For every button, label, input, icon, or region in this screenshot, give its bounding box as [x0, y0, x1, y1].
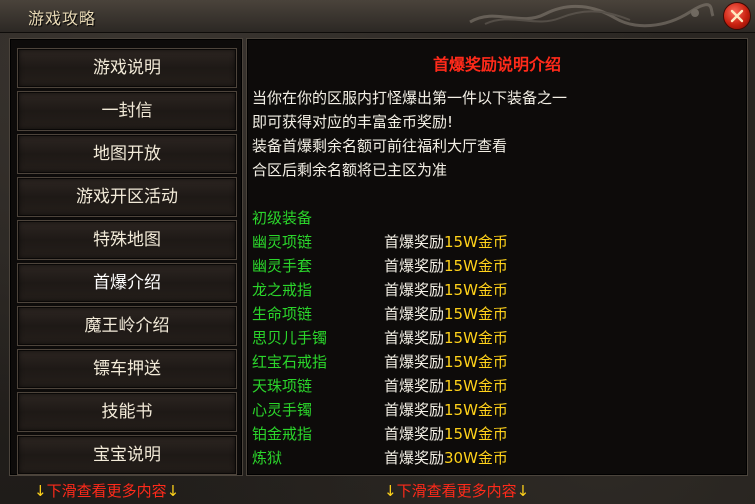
item-name: 红宝石戒指: [252, 353, 328, 371]
reward-amount: 15W金币: [444, 305, 508, 323]
reward-amount: 15W金币: [444, 233, 508, 251]
reward-amount: 15W金币: [444, 281, 508, 299]
intro-line: 装备首爆剩余名额可前往福利大厅查看: [252, 137, 508, 155]
reward-text: 首爆奖励15W金币: [384, 423, 508, 444]
item-name: 铂金戒指: [252, 425, 313, 443]
item-name: 龙之戒指: [252, 281, 313, 299]
intro-line: 即可获得对应的丰富金币奖励!: [252, 113, 454, 131]
content-title: 首爆奖励说明介绍: [432, 55, 561, 74]
menu-panel: 游戏说明 一封信 地图开放 游戏开区活动 特殊地图 首爆介绍 魔王岭介绍 镖车押…: [9, 38, 243, 476]
menu-item-demon-ridge[interactable]: 魔王岭介绍: [17, 306, 237, 346]
item-name: 幽灵手套: [252, 257, 313, 275]
reward-text: 首爆奖励15W金币: [384, 327, 508, 348]
menu-item-game-intro[interactable]: 游戏说明: [17, 48, 237, 88]
item-name: 思贝儿手镯: [252, 329, 328, 347]
down-arrow-icon: ↓: [384, 482, 397, 500]
item-name: 心灵手镯: [252, 401, 313, 419]
reward-prefix: 首爆奖励: [384, 353, 445, 371]
close-icon: [730, 9, 744, 23]
menu-item-first-drop[interactable]: 首爆介绍: [17, 263, 237, 303]
game-guide-window: 游戏攻略 游戏说明 一封信 地图开放 游戏开区活动 特殊地图 首爆介绍 魔王岭介…: [0, 0, 755, 504]
down-arrow-icon: ↓: [34, 482, 47, 500]
down-arrow-icon: ↓: [166, 482, 180, 500]
reward-text: 首爆奖励15W金币: [384, 231, 508, 252]
down-arrow-icon: ↓: [516, 482, 530, 500]
reward-amount: 15W金币: [444, 353, 508, 371]
reward-amount: 15W金币: [444, 257, 508, 275]
reward-prefix: 首爆奖励: [384, 305, 445, 323]
reward-prefix: 首爆奖励: [384, 281, 445, 299]
reward-amount: 15W金币: [444, 377, 508, 395]
menu-item-skill-books[interactable]: 技能书: [17, 392, 237, 432]
reward-prefix: 首爆奖励: [384, 233, 445, 251]
reward-text: 首爆奖励15W金币: [384, 303, 508, 324]
reward-text: 首爆奖励30W金币: [384, 447, 508, 468]
reward-prefix: 首爆奖励: [384, 401, 445, 419]
reward-amount: 15W金币: [444, 329, 508, 347]
title-bar: 游戏攻略: [0, 0, 755, 33]
window-title: 游戏攻略: [28, 9, 97, 28]
reward-prefix: 首爆奖励: [384, 425, 445, 443]
reward-prefix: 首爆奖励: [384, 449, 445, 467]
dragon-ornament-icon: [469, 3, 715, 28]
item-name: 幽灵项链: [252, 233, 313, 251]
scroll-hint-text: 下滑查看更多内容: [46, 482, 167, 500]
scroll-hint-text: 下滑查看更多内容: [396, 482, 517, 500]
reward-amount: 15W金币: [444, 401, 508, 419]
intro-line: 当你在你的区服内打怪爆出第一件以下装备之一: [252, 89, 568, 107]
intro-line: 合区后剩余名额将已主区为准: [252, 161, 448, 179]
reward-text: 首爆奖励15W金币: [384, 255, 508, 276]
reward-text: 首爆奖励15W金币: [384, 399, 508, 420]
reward-prefix: 首爆奖励: [384, 257, 445, 275]
menu-item-server-events[interactable]: 游戏开区活动: [17, 177, 237, 217]
left-scroll-hint: ↓下滑查看更多内容↓: [34, 480, 179, 500]
menu-item-letter[interactable]: 一封信: [17, 91, 237, 131]
reward-amount: 15W金币: [444, 425, 508, 443]
content-panel: 首爆奖励说明介绍 当你在你的区服内打怪爆出第一件以下装备之一 即可获得对应的丰富…: [246, 38, 748, 476]
item-name: 生命项链: [252, 305, 313, 323]
section-title: 初级装备: [252, 209, 313, 227]
reward-text: 首爆奖励15W金币: [384, 279, 508, 300]
menu-item-pet-info[interactable]: 宝宝说明: [17, 435, 237, 475]
menu-item-special-maps[interactable]: 特殊地图: [17, 220, 237, 260]
close-button[interactable]: [723, 2, 751, 30]
menu-item-map-open[interactable]: 地图开放: [17, 134, 237, 174]
menu-item-escort[interactable]: 镖车押送: [17, 349, 237, 389]
right-scroll-hint: ↓下滑查看更多内容↓: [384, 480, 529, 500]
reward-text: 首爆奖励15W金币: [384, 351, 508, 372]
reward-amount: 30W金币: [444, 449, 508, 467]
item-name: 天珠项链: [252, 377, 313, 395]
reward-prefix: 首爆奖励: [384, 377, 445, 395]
reward-text: 首爆奖励15W金币: [384, 375, 508, 396]
item-name: 炼狱: [252, 449, 283, 467]
reward-prefix: 首爆奖励: [384, 329, 445, 347]
